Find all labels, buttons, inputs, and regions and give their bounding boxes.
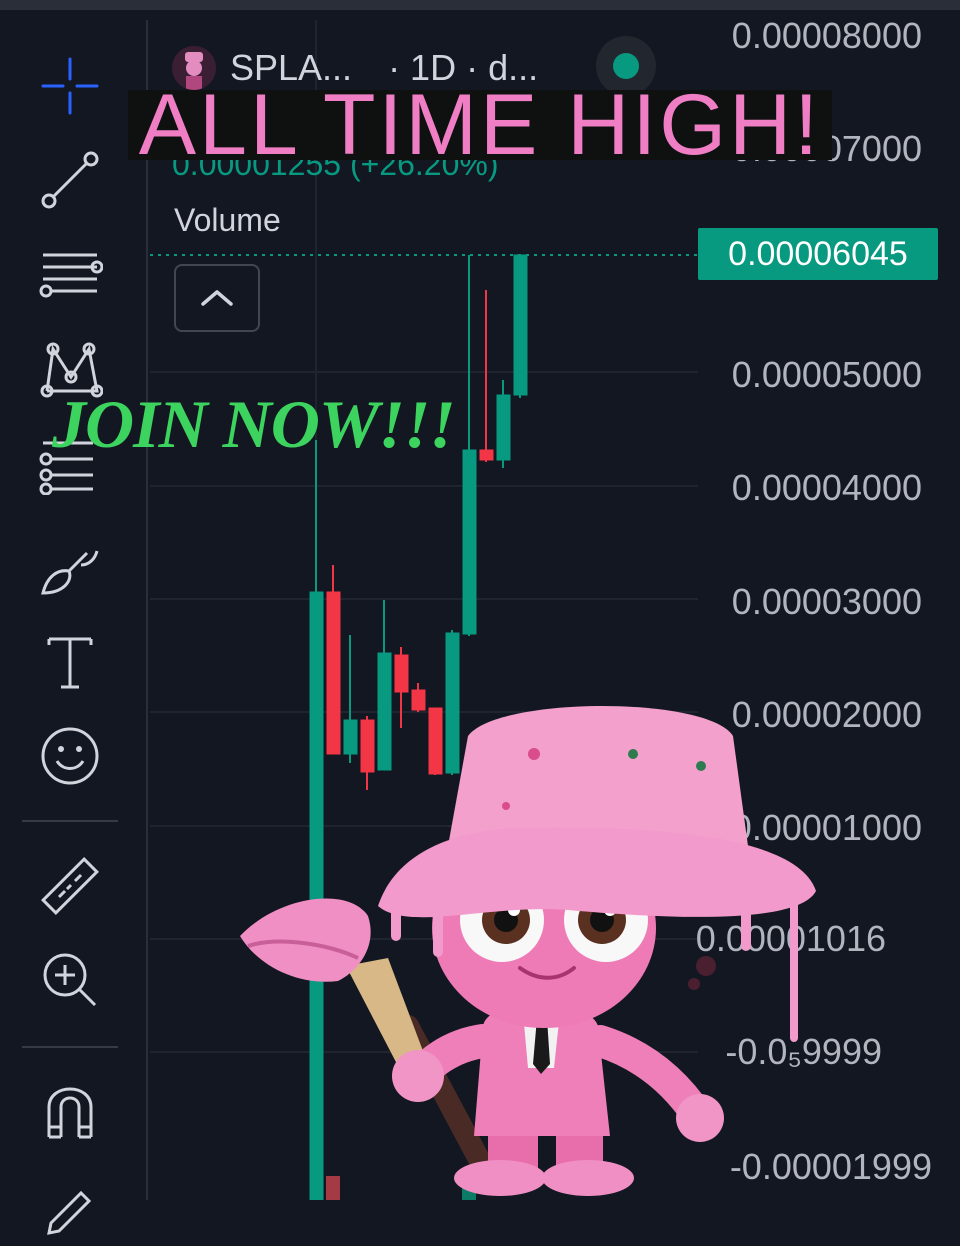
toolbar-divider bbox=[22, 820, 118, 822]
zoom-in-icon[interactable] bbox=[28, 938, 112, 1022]
ath-banner: ALL TIME HIGH! bbox=[128, 82, 832, 168]
price-label: 0.00003000 bbox=[731, 581, 922, 622]
brush-icon[interactable] bbox=[28, 526, 112, 610]
candle bbox=[513, 254, 528, 398]
trend-line-icon[interactable] bbox=[28, 138, 112, 222]
toolbar-separator bbox=[146, 20, 148, 1200]
price-label: 0.00005000 bbox=[731, 354, 922, 395]
mascot-illustration bbox=[240, 706, 816, 1196]
join-now-text: JOIN NOW!!! bbox=[52, 386, 456, 462]
collapse-legend-button[interactable] bbox=[174, 264, 260, 332]
candle bbox=[462, 255, 477, 636]
candle bbox=[496, 380, 511, 468]
pencil-icon[interactable] bbox=[28, 1162, 112, 1246]
price-label: 0.00004000 bbox=[731, 467, 922, 508]
crosshair-icon[interactable] bbox=[28, 44, 112, 128]
candle bbox=[479, 290, 494, 462]
banner-text: ALL TIME HIGH! bbox=[138, 77, 822, 173]
price-label: 0.00008000 bbox=[731, 15, 922, 56]
volume-label: Volume bbox=[174, 202, 281, 238]
current-price-tag: 0.00006045 bbox=[698, 228, 938, 280]
magnet-icon[interactable] bbox=[28, 1068, 112, 1152]
emoji-icon[interactable] bbox=[28, 714, 112, 798]
chevron-up-icon bbox=[201, 290, 233, 306]
ruler-icon[interactable] bbox=[28, 844, 112, 928]
toolbar-divider bbox=[22, 1046, 118, 1048]
fib-retracement-icon[interactable] bbox=[28, 232, 112, 316]
text-icon[interactable] bbox=[28, 620, 112, 704]
drawing-toolbar bbox=[22, 22, 118, 1235]
